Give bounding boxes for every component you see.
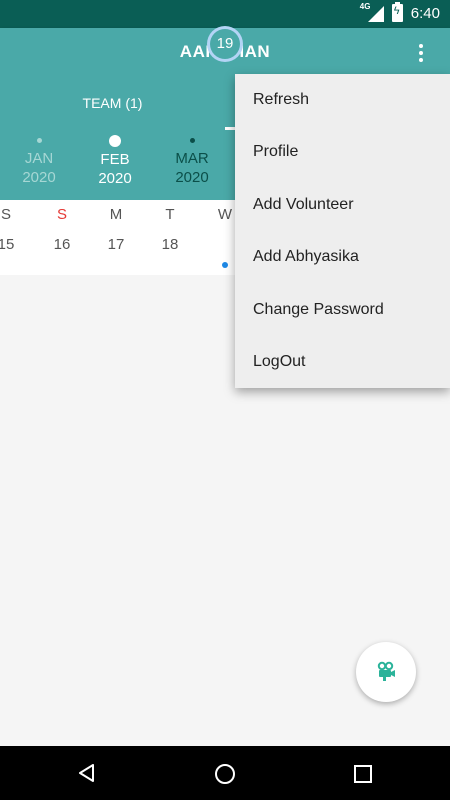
month-mar[interactable]: MAR 2020 — [153, 130, 231, 187]
back-icon[interactable] — [78, 764, 96, 782]
day-number: 18 — [161, 236, 179, 253]
weekday-label: S — [56, 206, 67, 223]
month-year: 2020 — [22, 169, 56, 186]
weekday-label: T — [165, 206, 175, 223]
day-cell[interactable]: T 18 — [150, 206, 190, 253]
day-number: 17 — [107, 236, 125, 253]
recent-apps-icon[interactable] — [354, 765, 372, 783]
month-year: 2020 — [98, 170, 132, 187]
battery-icon: ϟ — [391, 2, 403, 22]
month-indicator-dot — [189, 138, 195, 143]
menu-item-refresh[interactable]: Refresh — [235, 74, 450, 126]
month-jan[interactable]: JAN 2020 — [0, 130, 78, 187]
month-indicator-dot — [36, 138, 42, 143]
month-name: JAN — [24, 150, 54, 167]
month-year: 2020 — [175, 169, 209, 186]
menu-item-logout[interactable]: LogOut — [235, 336, 450, 388]
day-cell[interactable]: S 15 — [0, 206, 26, 253]
month-name: FEB — [100, 151, 130, 168]
home-icon[interactable] — [215, 764, 235, 784]
day-number: 15 — [0, 236, 15, 253]
weekday-label: M — [109, 206, 123, 223]
video-camera-icon — [377, 661, 395, 681]
tab-team[interactable]: TEAM (1) — [0, 88, 225, 130]
more-vert-icon[interactable] — [418, 44, 424, 64]
day-cell[interactable]: S 16 — [42, 206, 82, 253]
menu-item-change-password[interactable]: Change Password — [235, 284, 450, 336]
system-nav-bar — [0, 746, 450, 800]
month-indicator-dot — [109, 135, 121, 147]
status-time: 6:40 — [410, 4, 440, 22]
event-dot — [222, 262, 228, 268]
month-name: MAR — [175, 150, 209, 167]
menu-item-profile[interactable]: Profile — [235, 126, 450, 178]
weekday-label: S — [0, 206, 11, 223]
status-bar: 4G ϟ 6:40 — [0, 0, 450, 28]
month-feb[interactable]: FEB 2020 — [76, 130, 154, 188]
menu-item-add-volunteer[interactable]: Add Volunteer — [235, 179, 450, 231]
menu-item-add-abhyasika[interactable]: Add Abhyasika — [235, 231, 450, 283]
day-cell[interactable]: M 17 — [96, 206, 136, 253]
day-number: 16 — [53, 236, 71, 253]
selected-date[interactable]: 19 — [210, 29, 240, 59]
overflow-menu: Refresh Profile Add Volunteer Add Abhyas… — [235, 74, 450, 388]
status-icons: 4G ϟ 6:40 — [360, 2, 440, 22]
signal-icon: 4G — [360, 2, 384, 22]
video-fab-button[interactable] — [356, 642, 416, 702]
